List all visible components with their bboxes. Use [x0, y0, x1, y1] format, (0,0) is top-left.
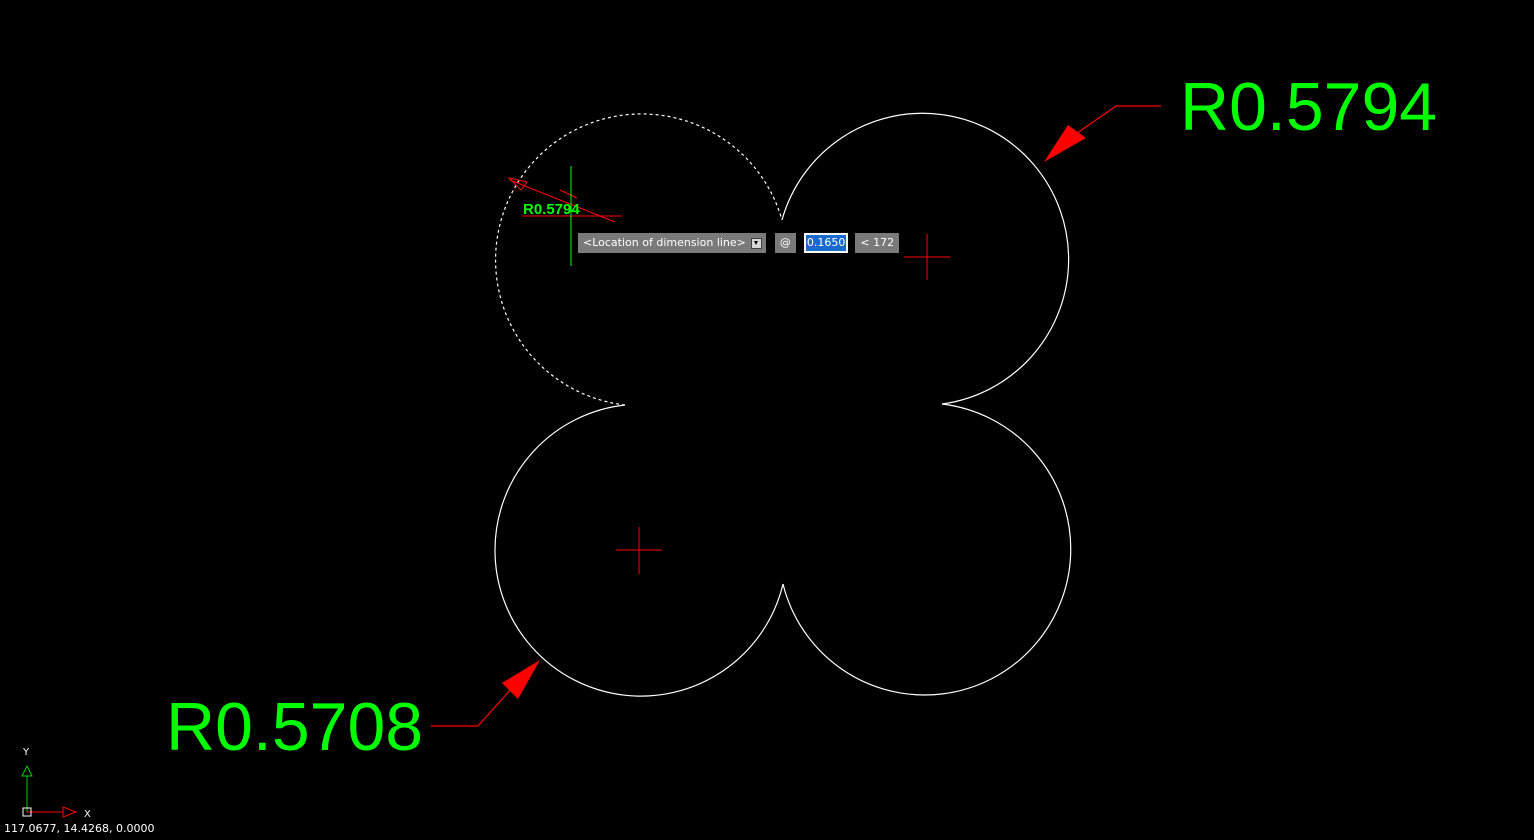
ucs-x-label: X	[84, 809, 91, 820]
preview-dimension-text: R0.5794	[523, 201, 580, 218]
dynamic-input-tooltip: <Location of dimension line> @ 0.1650 < …	[578, 233, 900, 253]
dimension-text-bottom-left[interactable]: R0.5708	[166, 689, 423, 765]
leader-top-right[interactable]	[1044, 105, 1161, 162]
command-prompt: <Location of dimension line>	[578, 233, 766, 253]
top-left-arc-selected[interactable]	[494, 113, 783, 406]
ucs-icon: Y X	[21, 747, 91, 820]
leader-bottom-left[interactable]	[431, 660, 540, 727]
angle-input[interactable]: < 172	[855, 233, 900, 253]
dimension-text-top-right[interactable]: R0.5794	[1180, 69, 1437, 145]
dimension-preview: R0.5794	[507, 177, 622, 223]
center-mark-top-right	[904, 234, 950, 280]
ucs-y-label: Y	[22, 747, 30, 758]
drawing-svg: R0.5794 R0.5708 R0.5794 Y X	[21, 69, 1437, 820]
coordinate-readout: 117.0677, 14.4268, 0.0000	[4, 822, 155, 835]
distance-value[interactable]: 0.1650	[805, 235, 847, 251]
distance-input[interactable]: 0.1650	[803, 233, 849, 253]
prompt-text: <Location of dimension line>	[583, 236, 746, 249]
center-mark-bottom-left	[616, 527, 662, 574]
drawing-canvas[interactable]: R0.5794 R0.5708 R0.5794 Y X <Location of…	[0, 0, 1534, 840]
right-cusp-arc[interactable]	[782, 403, 1072, 696]
dropdown-arrow-icon[interactable]	[750, 237, 762, 249]
relative-symbol: @	[774, 233, 796, 253]
top-right-arc[interactable]	[781, 112, 1070, 405]
